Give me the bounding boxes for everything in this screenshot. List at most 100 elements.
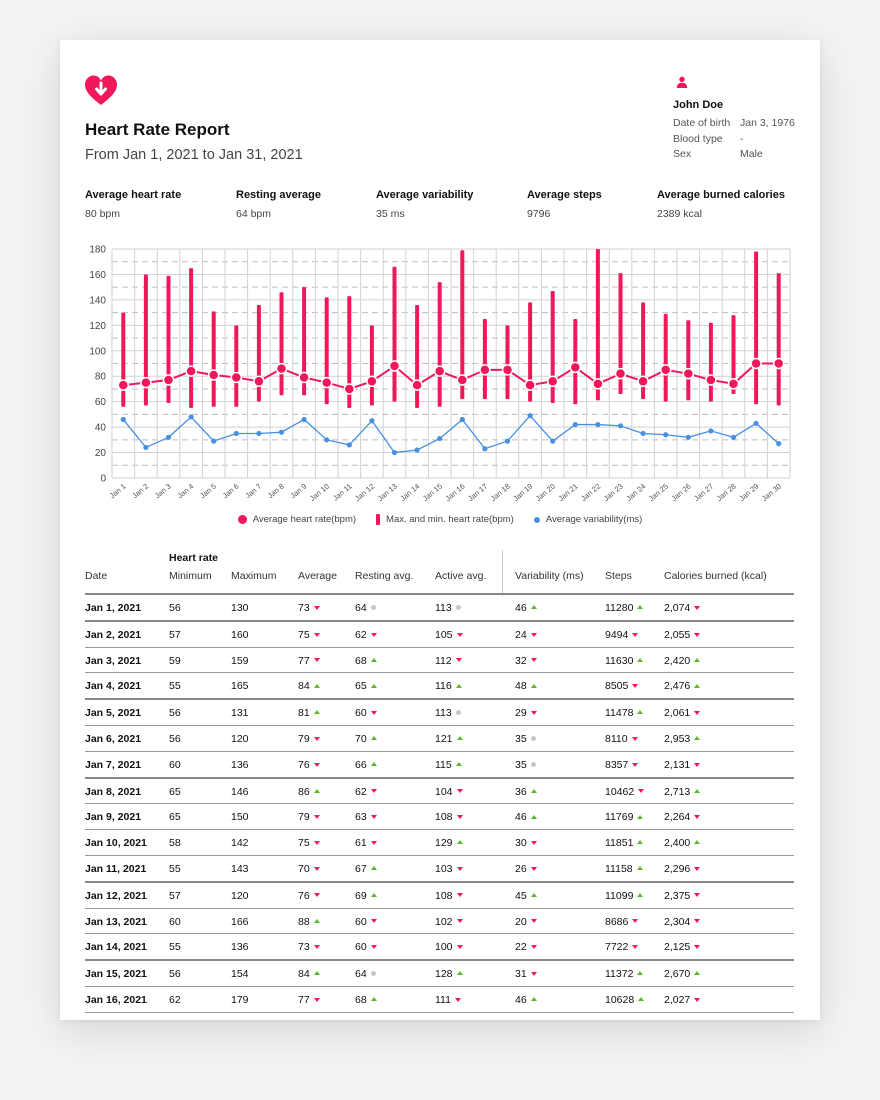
cell-value: 2,400 — [664, 837, 691, 850]
variability-point — [143, 444, 149, 451]
cell-active: 105 — [435, 629, 463, 641]
trend-up-icon — [370, 736, 377, 741]
cell-value: 2,125 — [664, 941, 691, 954]
cell-value: 165 — [231, 680, 249, 693]
cell-active: 108 — [435, 811, 463, 823]
trend-up-icon — [313, 788, 320, 793]
cell-date: Jan 2, 2021 — [85, 628, 142, 641]
cell-value: 2,375 — [664, 889, 691, 902]
cell-value: 57 — [169, 889, 181, 902]
trend-up-icon — [694, 840, 701, 845]
trend-up-icon — [456, 736, 463, 741]
cell-value: 77 — [298, 993, 310, 1006]
cell-value: 46 — [515, 811, 527, 824]
cell-value: 56 — [169, 968, 181, 981]
trend-down-icon — [638, 789, 645, 794]
cell-active: 100 — [435, 941, 463, 953]
cell-rest: 70 — [355, 733, 377, 745]
sex-value: Male — [740, 148, 763, 160]
variability-point — [437, 435, 443, 442]
cell-steps: 11851 — [605, 837, 644, 849]
cell-rest: 66 — [355, 759, 377, 771]
stat-value: 9796 — [527, 208, 551, 220]
th-variability: Variability (ms) — [515, 570, 584, 582]
stat-label: Average heart rate — [85, 189, 182, 201]
y-tick-label: 80 — [95, 372, 107, 383]
trend-up-icon — [313, 710, 320, 715]
average-heart-rate-point — [275, 362, 288, 375]
cell-value: 70 — [298, 862, 310, 875]
variability-point — [550, 438, 556, 444]
cell-max: 160 — [231, 629, 249, 641]
cell-min: 58 — [169, 837, 181, 849]
cell-value: 60 — [169, 758, 181, 771]
cell-min: 65 — [169, 786, 181, 798]
stat-value: 35 ms — [376, 208, 405, 220]
stat-value: 2389 kcal — [657, 208, 702, 220]
variability-point — [165, 434, 172, 440]
stat-average-steps: Average steps 9796 — [527, 189, 602, 220]
cell-value: 75 — [298, 628, 310, 641]
cell-active: 121 — [435, 733, 463, 745]
variability-point — [188, 414, 194, 420]
x-tick-label: Jan 9 — [289, 482, 309, 501]
cell-value: 77 — [298, 654, 310, 667]
cell-value: 2,670 — [664, 968, 691, 981]
cell-value: 88 — [298, 915, 310, 928]
trend-up-icon — [370, 866, 377, 871]
cell-var: 48 — [515, 680, 537, 692]
cell-cal: 2,400 — [664, 837, 701, 850]
table-row: Jan 10, 2021 58 142 75 61 129 30 11851 2,400 — [85, 830, 794, 856]
cell-max: 159 — [231, 655, 249, 667]
cell-value: 64 — [355, 968, 367, 981]
cell-value: 128 — [435, 968, 453, 981]
range-bar — [505, 325, 510, 400]
cell-value: 2,296 — [664, 862, 691, 875]
legend-marker-small-dot — [533, 516, 540, 523]
average-heart-rate-point — [659, 364, 672, 376]
cell-value: 55 — [169, 941, 181, 954]
cell-active: 102 — [435, 916, 463, 928]
cell-cal: 2,027 — [664, 994, 701, 1006]
cell-value: 11099 — [605, 889, 634, 902]
cell-min: 60 — [169, 916, 181, 928]
variability-point — [640, 430, 646, 437]
cell-var: 30 — [515, 837, 537, 849]
x-tick-label: Jan 29 — [737, 482, 760, 503]
average-heart-rate-point — [185, 365, 197, 377]
cell-value: 79 — [298, 811, 310, 824]
cell-avg: 70 — [298, 863, 320, 875]
trend-up-icon — [636, 866, 643, 871]
cell-value: 60 — [355, 915, 367, 928]
cell-value: 69 — [355, 889, 367, 902]
x-tick-label: Jan 12 — [353, 482, 376, 503]
cell-value: 86 — [298, 785, 310, 798]
cell-avg: 84 — [298, 968, 320, 980]
cell-min: 56 — [169, 733, 181, 745]
stat-resting-average: Resting average 64 bpm — [236, 189, 321, 220]
cell-max: 136 — [231, 759, 249, 771]
trend-down-icon — [632, 684, 639, 689]
variability-point — [527, 413, 533, 419]
cell-cal: 2,304 — [664, 916, 701, 928]
average-heart-rate-point — [750, 357, 762, 370]
cell-min: 57 — [169, 629, 181, 641]
cell-value: 160 — [231, 628, 249, 641]
trend-up-icon — [530, 605, 537, 610]
cell-rest: 69 — [355, 890, 377, 902]
cell-value: 60 — [169, 915, 181, 928]
cell-value: 60 — [355, 941, 367, 954]
cell-value: 46 — [515, 602, 527, 614]
cell-max: 146 — [231, 786, 249, 798]
cell-avg: 75 — [298, 629, 320, 641]
cell-value: 73 — [298, 941, 310, 954]
legend-min-max-heart-rate: Max. and min. heart rate(bpm) — [376, 514, 514, 525]
cell-steps: 11769 — [605, 811, 644, 823]
trend-neutral-icon — [455, 604, 461, 610]
cell-value: 104 — [435, 785, 453, 798]
variability-point — [482, 446, 488, 452]
trend-up-icon — [313, 683, 320, 688]
cell-avg: 88 — [298, 916, 320, 928]
cell-value: 113 — [435, 707, 452, 720]
y-tick-label: 120 — [89, 321, 106, 332]
